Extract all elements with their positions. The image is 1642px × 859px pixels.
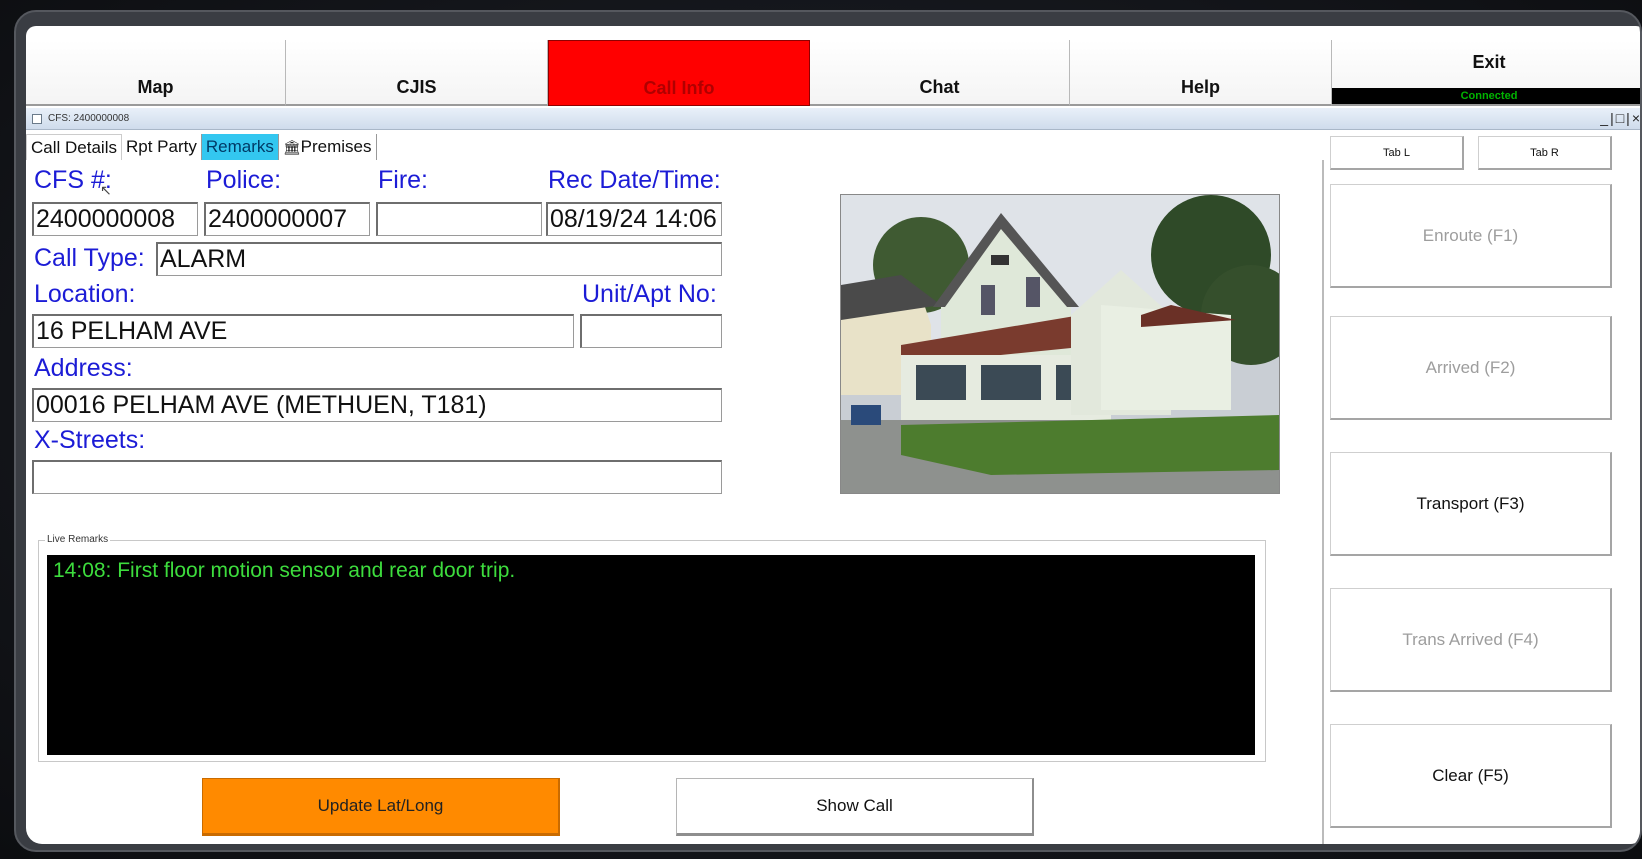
police-label: Police: <box>206 166 282 194</box>
window-title: CFS: 2400000008 <box>48 113 130 124</box>
nav-help-label: Help <box>1180 77 1220 97</box>
tab-premises-label: Premises <box>300 137 372 156</box>
nav-help-button[interactable]: Help <box>1070 40 1332 106</box>
address-field[interactable]: 00016 PELHAM AVE (METHUEN, T181) <box>32 388 722 422</box>
house-image <box>841 195 1279 493</box>
status-sidebar: Tab L Tab R Enroute (F1) Arrived (F2) Tr… <box>1330 130 1640 844</box>
transport-button[interactable]: Transport (F3) <box>1330 452 1612 556</box>
tab-remarks[interactable]: Remarks <box>201 134 279 160</box>
trans-arrived-button[interactable]: Trans Arrived (F4) <box>1330 588 1612 692</box>
x-streets-field[interactable] <box>32 460 722 494</box>
clear-button[interactable]: Clear (F5) <box>1330 724 1612 828</box>
fire-field[interactable] <box>376 202 542 236</box>
tab-call-details[interactable]: Call Details <box>26 134 122 160</box>
top-navigation: Map CJIS Call Info Chat Help Exit Connec… <box>26 40 1640 106</box>
nav-cjis-label: CJIS <box>396 77 437 97</box>
live-remarks-display[interactable]: 14:08: First floor motion sensor and rea… <box>47 555 1255 755</box>
call-type-field[interactable]: ALARM <box>156 242 722 276</box>
cfs-field[interactable]: 2400000008 <box>32 202 198 236</box>
nav-chat-button[interactable]: Chat <box>810 40 1070 106</box>
tab-left-button[interactable]: Tab L <box>1330 136 1464 170</box>
tab-premises[interactable]: 🏛Premises <box>279 134 377 160</box>
premises-photo <box>840 194 1280 494</box>
nav-call-info-label: Call Info <box>643 78 715 98</box>
rec-datetime-label: Rec Date/Time: <box>548 166 721 194</box>
window-icon <box>32 113 42 124</box>
x-streets-label: X-Streets: <box>34 426 146 454</box>
app-window: Map CJIS Call Info Chat Help Exit Connec… <box>26 26 1640 844</box>
location-field[interactable]: 16 PELHAM AVE <box>32 314 574 348</box>
live-remarks-title: Live Remarks <box>45 534 111 545</box>
call-tabs: Call Details Rpt Party Remarks 🏛Premises <box>26 134 377 160</box>
nav-chat-label: Chat <box>919 77 960 97</box>
nav-map-label: Map <box>137 77 174 97</box>
call-type-label: Call Type: <box>34 244 145 272</box>
remark-line: 14:08: First floor motion sensor and rea… <box>53 559 516 582</box>
enroute-button[interactable]: Enroute (F1) <box>1330 184 1612 288</box>
update-lat-long-button[interactable]: Update Lat/Long <box>202 778 560 836</box>
tab-rpt-party[interactable]: Rpt Party <box>122 134 202 160</box>
fire-label: Fire: <box>378 166 428 194</box>
device-frame: Map CJIS Call Info Chat Help Exit Connec… <box>14 10 1642 852</box>
location-label: Location: <box>34 280 136 308</box>
police-field[interactable]: 2400000007 <box>204 202 370 236</box>
arrived-button[interactable]: Arrived (F2) <box>1330 316 1612 420</box>
rec-datetime-field[interactable]: 08/19/24 14:06 <box>546 202 722 236</box>
window-controls[interactable]: _|□|× <box>1600 110 1640 126</box>
exit-label: Exit <box>1472 52 1506 72</box>
connection-status: Connected <box>1332 88 1640 104</box>
nav-cjis-button[interactable]: CJIS <box>286 40 548 106</box>
nav-map-button[interactable]: Map <box>26 40 286 106</box>
live-remarks-group: Live Remarks 14:08: First floor motion s… <box>38 534 1266 762</box>
show-call-button[interactable]: Show Call <box>676 778 1034 836</box>
premises-icon: 🏛 <box>282 139 301 155</box>
cfs-label: CFS #: <box>34 166 112 194</box>
tab-right-button[interactable]: Tab R <box>1478 136 1612 170</box>
unit-apt-field[interactable] <box>580 314 722 348</box>
unit-apt-label: Unit/Apt No: <box>582 280 717 308</box>
inner-window-titlebar: CFS: 2400000008 _|□|× <box>26 108 1640 130</box>
address-label: Address: <box>34 354 133 382</box>
nav-exit-button[interactable]: Exit Connected <box>1332 40 1640 106</box>
nav-call-info-button[interactable]: Call Info <box>548 40 810 106</box>
call-details-panel: ↖ CFS #: Police: Fire: Rec Date/Time: 24… <box>26 160 1324 844</box>
